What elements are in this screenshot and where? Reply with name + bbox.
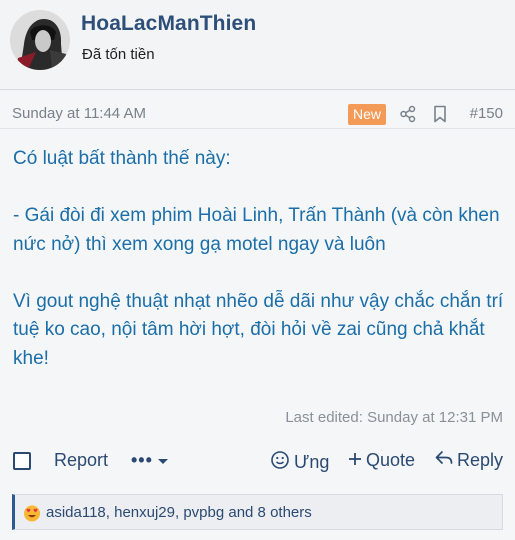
user-title: Đã tốn tiền (82, 46, 155, 63)
plus-icon (348, 450, 362, 471)
message-line: Có luật bất thành thế này: (13, 148, 231, 169)
reply-button[interactable]: Reply (435, 450, 503, 471)
message-line-gap (13, 259, 508, 288)
post-number[interactable]: #150 (470, 105, 503, 122)
heart-eyes-emoji-icon (23, 504, 41, 522)
username[interactable]: HoaLacManThien (81, 12, 256, 36)
report-button[interactable]: Report (54, 450, 108, 471)
more-options-button[interactable]: ••• (131, 450, 169, 471)
react-label: Ưng (294, 452, 330, 472)
select-checkbox[interactable] (13, 452, 31, 470)
message-line: - Gái đòi đi xem phim Hoài Linh, Trấn Th… (13, 205, 500, 255)
reaction-summary[interactable]: asida118, henxuj29, pvpbg and 8 others (46, 504, 312, 521)
smiley-icon (270, 450, 290, 475)
user-header: HoaLacManThien Đã tốn tiền (0, 0, 515, 90)
reply-arrow-icon (435, 450, 453, 471)
message-body: Có luật bất thành thế này: - Gái đòi đi … (13, 145, 508, 373)
share-icon[interactable] (399, 105, 417, 123)
more-dots-icon: ••• (131, 450, 153, 470)
post: Sunday at 11:44 AM New #150 Có luật bất … (0, 91, 515, 540)
message-line-gap (13, 174, 508, 203)
react-button[interactable]: Ưng (270, 450, 329, 475)
post-actions: Report ••• Ưng Quote Reply (0, 446, 515, 476)
last-edited: Last edited: Sunday at 12:31 PM (285, 409, 503, 426)
reply-label: Reply (457, 450, 504, 470)
bookmark-icon[interactable] (432, 105, 448, 123)
avatar[interactable] (10, 10, 70, 70)
quote-label: Quote (366, 450, 416, 470)
message-line: Vì gout nghệ thuật nhạt nhẽo dễ dãi như … (13, 290, 504, 369)
quote-button[interactable]: Quote (348, 450, 415, 471)
post-meta: Sunday at 11:44 AM New #150 (0, 91, 515, 129)
new-badge: New (348, 104, 387, 125)
post-date[interactable]: Sunday at 11:44 AM (12, 105, 146, 122)
reactions-bar[interactable]: asida118, henxuj29, pvpbg and 8 others (12, 494, 503, 530)
chevron-down-icon (157, 450, 169, 471)
